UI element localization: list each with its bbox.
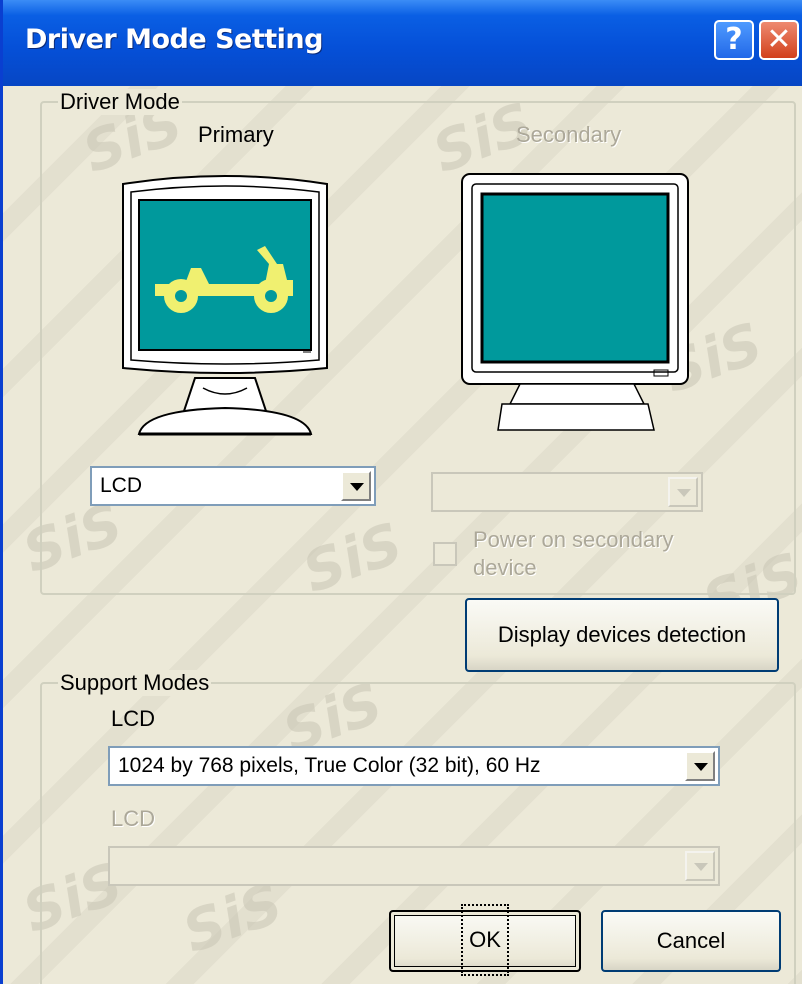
dropdown-arrow-icon[interactable] [341,471,371,501]
dropdown-arrow-icon[interactable] [668,477,698,507]
title-bar[interactable]: Driver Mode Setting ? ✕ [3,0,802,86]
secondary-label: Secondary [516,122,622,147]
dialog-window: Driver Mode Setting ? ✕ SiS SiS SiS SiS … [0,0,802,984]
display-devices-detection-button[interactable]: Display devices detection [465,598,779,672]
primary-device-value: LCD [100,474,143,497]
crt-monitor-icon [461,173,689,431]
primary-mode-select[interactable]: 1024 by 768 pixels, True Color (32 bit),… [108,746,720,786]
power-secondary-label-line2: device [473,555,537,580]
dialog-client-area: SiS SiS SiS SiS SiS SiS SiS SiS SiS Driv… [3,86,802,984]
close-icon[interactable]: ✕ [759,20,799,60]
display-devices-detection-label: Display devices detection [497,622,747,647]
driver-mode-label: Driver Mode [58,89,182,115]
ok-button-label: OK [461,904,509,976]
lcd-monitor-icon [122,175,328,436]
ok-button[interactable]: OK [389,904,581,976]
power-secondary-label: Power on secondary device [473,526,674,582]
help-icon[interactable]: ? [714,20,754,60]
secondary-device-select[interactable] [431,472,703,512]
cancel-button-label: Cancel [656,928,726,953]
support-modes-label: Support Modes [58,670,212,696]
secondary-mode-select[interactable] [108,846,720,886]
dropdown-arrow-icon[interactable] [685,851,715,881]
primary-label: Primary [198,122,274,147]
window-title: Driver Mode Setting [25,24,323,55]
secondary-mode-label: LCD [111,806,156,831]
primary-device-select[interactable]: LCD [90,466,376,506]
primary-mode-value: 1024 by 768 pixels, True Color (32 bit),… [118,754,541,777]
dropdown-arrow-icon[interactable] [685,751,715,781]
cancel-button[interactable]: Cancel [601,910,781,972]
primary-mode-label: LCD [111,706,156,731]
power-secondary-checkbox[interactable] [433,542,457,566]
power-secondary-label-line1: Power on secondary [473,527,674,552]
